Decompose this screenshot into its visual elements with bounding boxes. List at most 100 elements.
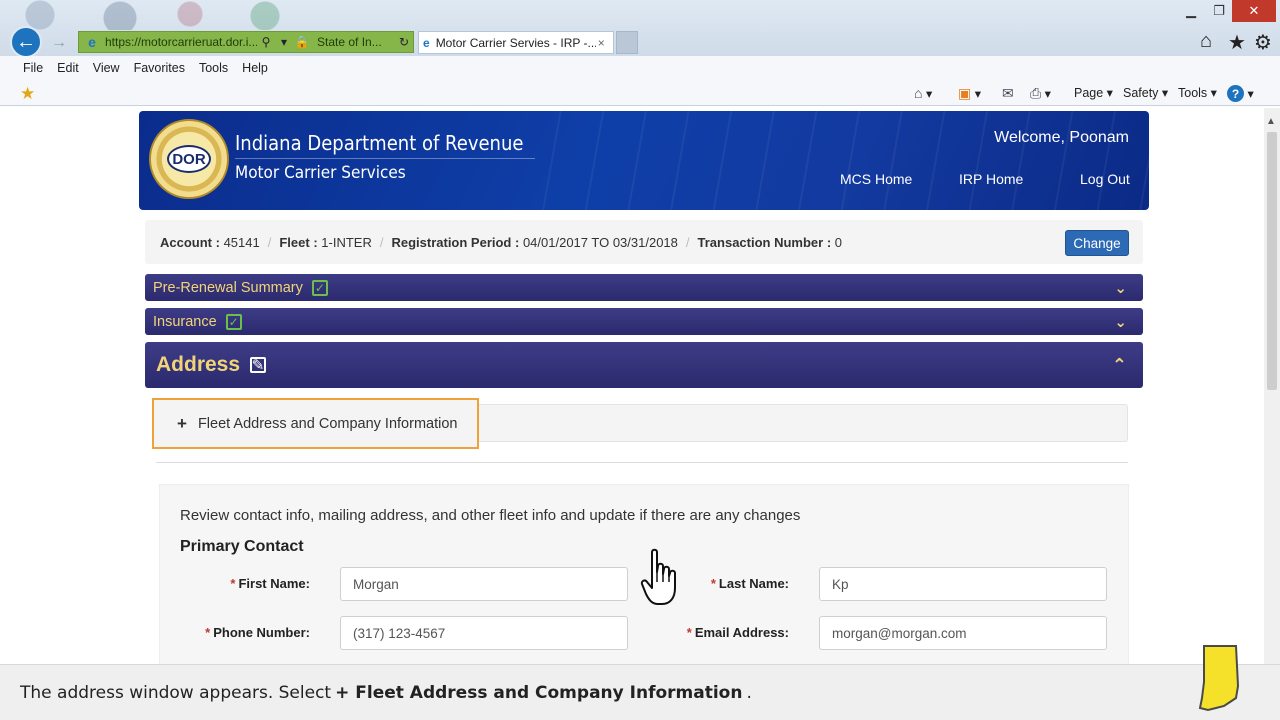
search-icon[interactable]: ⚲ <box>257 35 275 49</box>
caption-suffix: . <box>746 682 752 703</box>
insurance-title: Insurance <box>153 313 217 330</box>
seal-text: DOR <box>167 145 211 173</box>
add-favorite-icon[interactable]: ★ <box>20 84 35 104</box>
logout-link[interactable]: Log Out <box>1080 171 1130 187</box>
tab-close-icon[interactable]: × <box>598 36 605 50</box>
address-title: Address <box>156 353 241 376</box>
fleet-address-toggle[interactable]: + Fleet Address and Company Information <box>152 398 479 449</box>
required-mark: * <box>710 576 716 591</box>
pre-renewal-title: Pre-Renewal Summary <box>153 279 303 296</box>
minimize-icon[interactable]: ▁ <box>1176 0 1206 22</box>
address-url[interactable]: https://motorcarrieruat.dor.i... <box>105 35 257 49</box>
fleet-value: 1-INTER <box>321 234 372 250</box>
fleet-label: Fleet : <box>279 234 318 250</box>
indiana-state-icon <box>1198 645 1240 712</box>
checkmark-icon: ✓ <box>225 313 242 330</box>
divider <box>156 462 1128 463</box>
tools-menu[interactable]: Tools ▾ <box>1178 85 1217 100</box>
menu-edit[interactable]: Edit <box>57 61 79 75</box>
help-icon[interactable]: ? ▾ <box>1227 85 1254 102</box>
dropdown-icon[interactable]: ▾ <box>275 35 293 49</box>
title-underline <box>235 158 535 159</box>
menu-tools[interactable]: Tools <box>199 61 228 75</box>
change-button[interactable]: Change <box>1065 230 1129 256</box>
phone-number-label: * Phone Number: <box>180 625 310 640</box>
site-header: DOR Indiana Department of Revenue Motor … <box>139 111 1149 210</box>
irp-home-link[interactable]: IRP Home <box>959 171 1023 187</box>
safety-menu[interactable]: Safety ▾ <box>1123 85 1168 100</box>
page-scrollbar[interactable]: ▲ <box>1264 108 1280 668</box>
certificate-label[interactable]: State of In... <box>317 35 395 49</box>
insurance-panel[interactable]: Insurance ✓ ⌄ <box>145 308 1143 335</box>
site-subtitle: Motor Carrier Services <box>235 163 406 183</box>
menu-favorites[interactable]: Favorites <box>134 61 185 75</box>
transaction-label: Transaction Number : <box>697 234 832 250</box>
plus-icon: + <box>177 413 187 433</box>
hand-pointer-cursor-icon <box>640 548 676 605</box>
required-mark: * <box>230 576 236 591</box>
primary-contact-heading: Primary Contact <box>180 538 304 555</box>
chevron-down-icon[interactable]: ⌄ <box>1114 313 1127 331</box>
menu-help[interactable]: Help <box>242 61 268 75</box>
menu-file[interactable]: File <box>23 61 43 75</box>
first-name-label: * First Name: <box>200 576 310 591</box>
caption-bold: + Fleet Address and Company Information <box>335 682 743 703</box>
back-button[interactable]: ← <box>10 26 42 58</box>
forward-button[interactable]: → <box>48 32 70 54</box>
phone-label-text: Phone Number: <box>213 625 310 640</box>
ie-icon: e <box>88 34 96 50</box>
new-tab-button[interactable] <box>616 31 638 54</box>
pre-renewal-summary-panel[interactable]: Pre-Renewal Summary ✓ ⌄ <box>145 274 1143 301</box>
lock-icon[interactable]: 🔒 <box>293 35 311 49</box>
required-mark: * <box>205 625 211 640</box>
arrow-right-icon: → <box>51 34 67 51</box>
email-address-label: * Email Address: <box>659 625 789 640</box>
transaction-value: 0 <box>834 234 843 250</box>
welcome-message: Welcome, Poonam <box>994 129 1129 146</box>
separator: / <box>685 234 690 250</box>
last-name-label: * Last Name: <box>679 576 789 591</box>
tab-title: Motor Carrier Servies - IRP -... <box>435 35 596 50</box>
last-name-input[interactable]: Kp <box>819 567 1107 601</box>
chevron-down-icon[interactable]: ⌄ <box>1114 279 1127 297</box>
desktop-background <box>0 0 340 30</box>
mcs-home-link[interactable]: MCS Home <box>840 171 912 187</box>
first-name-label-text: First Name: <box>238 576 310 591</box>
refresh-icon[interactable]: ↻ <box>395 35 413 49</box>
print-icon[interactable]: ⎙ ▾ <box>1030 85 1051 102</box>
browser-tab[interactable]: e Motor Carrier Servies - IRP -... × <box>418 31 614 54</box>
mail-icon[interactable]: ✉ <box>1002 85 1014 102</box>
page-menu[interactable]: Page ▾ <box>1074 85 1113 100</box>
separator: / <box>379 234 384 250</box>
dor-seal-logo: DOR <box>149 119 229 199</box>
chevron-up-icon[interactable]: ⌃ <box>1112 355 1127 376</box>
email-address-input[interactable]: morgan@morgan.com <box>819 616 1107 650</box>
address-panel[interactable]: Address ✎ ⌃ <box>145 342 1143 388</box>
scroll-thumb[interactable] <box>1267 132 1277 390</box>
site-title: Indiana Department of Revenue <box>235 131 524 155</box>
close-window-icon[interactable]: ✕ <box>1232 0 1276 22</box>
address-bar[interactable]: e https://motorcarrieruat.dor.i... ⚲ ▾ 🔒… <box>78 31 414 53</box>
command-bar: ★ ⌂ ▾ ▣ ▾ ✉ ⎙ ▾ Page ▾ Safety ▾ Tools ▾ … <box>0 80 1280 106</box>
menu-bar: File Edit View Favorites Tools Help <box>0 56 1280 80</box>
browser-titlebar: ▁ ❐ ✕ ← → e https://motorcarrieruat.dor.… <box>0 0 1280 58</box>
maximize-icon[interactable]: ❐ <box>1204 0 1234 22</box>
arrow-left-icon: ← <box>16 30 36 53</box>
checkmark-icon: ✓ <box>311 279 328 296</box>
first-name-input[interactable]: Morgan <box>340 567 628 601</box>
menu-view[interactable]: View <box>93 61 120 75</box>
account-label: Account : <box>160 234 220 250</box>
period-label: Registration Period : <box>391 234 520 250</box>
phone-number-input[interactable]: (317) 123-4567 <box>340 616 628 650</box>
favorites-star-icon[interactable]: ★ <box>1228 30 1246 55</box>
home-icon[interactable]: ⌂ <box>1200 30 1212 53</box>
feeds-icon[interactable]: ▣ ▾ <box>958 85 981 102</box>
edit-icon: ✎ <box>250 357 267 374</box>
period-value: 04/01/2017 TO 03/31/2018 <box>522 234 678 250</box>
gear-icon[interactable]: ⚙ <box>1254 30 1272 55</box>
last-name-label-text: Last Name: <box>718 576 789 591</box>
scroll-up-icon[interactable]: ▲ <box>1266 116 1276 127</box>
separator: / <box>267 234 272 250</box>
ie-tab-icon: e <box>423 35 430 50</box>
home-cmd-icon[interactable]: ⌂ ▾ <box>914 85 932 101</box>
